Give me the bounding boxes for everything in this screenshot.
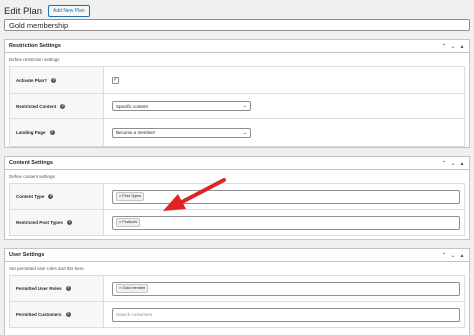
restricted-content-select[interactable]: Specific content ⌄ bbox=[112, 101, 251, 111]
chevron-down-icon: ⌄ bbox=[242, 129, 247, 136]
row-permitted-customers: Permitted Customers? Search customers bbox=[10, 302, 464, 327]
row-activate-plan: Activate Plan?? ✓ bbox=[10, 67, 464, 94]
help-icon[interactable]: ? bbox=[49, 130, 55, 135]
box-controls: ⌃ ⌄ ▴ bbox=[441, 160, 465, 167]
row-label: Content Type? bbox=[10, 184, 104, 209]
label-text: Restricted Post Types bbox=[16, 220, 63, 225]
label-text: Content Type bbox=[16, 194, 45, 199]
caret-up-icon[interactable]: ▴ bbox=[459, 160, 465, 167]
row-landing-page: Landing Page? Become a member! ⌄ bbox=[10, 119, 464, 146]
row-label: Permitted User Roles? bbox=[10, 276, 104, 301]
search-placeholder: Search customers bbox=[116, 312, 153, 317]
row-permitted-user-roles: Permitted User Roles? × Gold member bbox=[10, 276, 464, 302]
page-header: Edit Plan Add New Plan bbox=[4, 4, 90, 18]
help-icon[interactable]: ? bbox=[60, 103, 66, 109]
box-description: Define content settings bbox=[9, 174, 55, 179]
add-new-plan-button[interactable]: Add New Plan bbox=[48, 5, 90, 17]
chevron-up-icon[interactable]: ⌃ bbox=[441, 252, 447, 259]
settings-table: Activate Plan?? ✓ Restricted Content? Sp… bbox=[9, 66, 465, 147]
chevron-up-icon[interactable]: ⌃ bbox=[441, 160, 447, 167]
chevron-down-icon[interactable]: ⌄ bbox=[450, 43, 456, 50]
row-field: ✓ bbox=[104, 67, 464, 93]
row-label: Landing Page? bbox=[10, 119, 104, 146]
row-restricted-post-types: Restricted Post Types? × Products bbox=[10, 210, 464, 235]
help-icon[interactable]: ? bbox=[51, 77, 57, 83]
row-field: × Products bbox=[104, 210, 464, 235]
row-label: Restricted Post Types? bbox=[10, 210, 104, 235]
row-field: Specific content ⌄ bbox=[104, 94, 464, 118]
chevron-down-icon: ⌄ bbox=[242, 103, 247, 109]
selected-tag[interactable]: × Gold member bbox=[116, 284, 149, 293]
chevron-down-icon[interactable]: ⌄ bbox=[450, 160, 456, 167]
row-field: Search customers bbox=[104, 302, 464, 327]
restriction-settings-box: Restriction Settings ⌃ ⌄ ▴ Define restri… bbox=[4, 39, 470, 148]
row-label: Restricted Content? bbox=[10, 94, 104, 118]
label-text: Permitted Customers bbox=[16, 312, 62, 317]
permitted-customers-search[interactable]: Search customers bbox=[112, 307, 460, 322]
box-controls: ⌃ ⌄ ▴ bbox=[441, 43, 465, 50]
settings-table: Content Type? × Post Types Restricted Po… bbox=[9, 183, 465, 236]
box-description: Set permitted user roles and IDs here bbox=[9, 266, 84, 271]
selected-tag[interactable]: × Post Types bbox=[116, 192, 144, 201]
box-description: Define restriction settings bbox=[9, 57, 60, 62]
caret-up-icon[interactable]: ▴ bbox=[459, 43, 465, 50]
select-value: Become a member! bbox=[116, 130, 156, 135]
row-field: × Post Types bbox=[104, 184, 464, 209]
settings-table: Permitted User Roles? × Gold member Perm… bbox=[9, 275, 465, 328]
select-value: Specific content bbox=[116, 103, 148, 109]
activate-plan-checkbox[interactable]: ✓ bbox=[112, 76, 119, 84]
label-text: Landing Page bbox=[16, 130, 46, 135]
content-type-select[interactable]: × Post Types bbox=[112, 189, 460, 204]
box-title: User Settings bbox=[9, 252, 45, 258]
landing-page-select[interactable]: Become a member! ⌄ bbox=[112, 127, 251, 138]
plan-title-input[interactable]: Gold membership bbox=[4, 19, 470, 31]
row-field: Become a member! ⌄ bbox=[104, 119, 464, 146]
page-title: Edit Plan bbox=[4, 5, 43, 17]
restricted-post-types-select[interactable]: × Products bbox=[112, 215, 460, 230]
check-icon: ✓ bbox=[112, 76, 119, 83]
chevron-up-icon[interactable]: ⌃ bbox=[441, 43, 447, 50]
help-icon[interactable]: ? bbox=[65, 312, 71, 317]
label-text: Permitted User Roles bbox=[16, 286, 62, 291]
label-text: Activate Plan? bbox=[16, 77, 48, 83]
box-header: Restriction Settings ⌃ ⌄ ▴ bbox=[5, 40, 469, 53]
box-header: User Settings ⌃ ⌄ ▴ bbox=[5, 249, 469, 262]
row-content-type: Content Type? × Post Types bbox=[10, 184, 464, 210]
row-label: Activate Plan?? bbox=[10, 67, 104, 93]
permitted-user-roles-select[interactable]: × Gold member bbox=[112, 281, 460, 296]
row-restricted-content: Restricted Content? Specific content ⌄ bbox=[10, 94, 464, 119]
user-settings-box: User Settings ⌃ ⌄ ▴ Set permitted user r… bbox=[4, 248, 470, 335]
box-title: Content Settings bbox=[9, 160, 53, 166]
row-field: × Gold member bbox=[104, 276, 464, 301]
box-controls: ⌃ ⌄ ▴ bbox=[441, 252, 465, 259]
help-icon[interactable]: ? bbox=[65, 286, 71, 291]
chevron-down-icon[interactable]: ⌄ bbox=[450, 252, 456, 259]
content-settings-box: Content Settings ⌃ ⌄ ▴ Define content se… bbox=[4, 156, 470, 240]
help-icon[interactable]: ? bbox=[66, 220, 72, 225]
selected-tag[interactable]: × Products bbox=[116, 218, 141, 227]
row-label: Permitted Customers? bbox=[10, 302, 104, 327]
box-header: Content Settings ⌃ ⌄ ▴ bbox=[5, 157, 469, 170]
help-icon[interactable]: ? bbox=[48, 194, 54, 199]
box-title: Restriction Settings bbox=[9, 43, 61, 49]
label-text: Restricted Content bbox=[16, 103, 57, 109]
caret-up-icon[interactable]: ▴ bbox=[459, 252, 465, 259]
